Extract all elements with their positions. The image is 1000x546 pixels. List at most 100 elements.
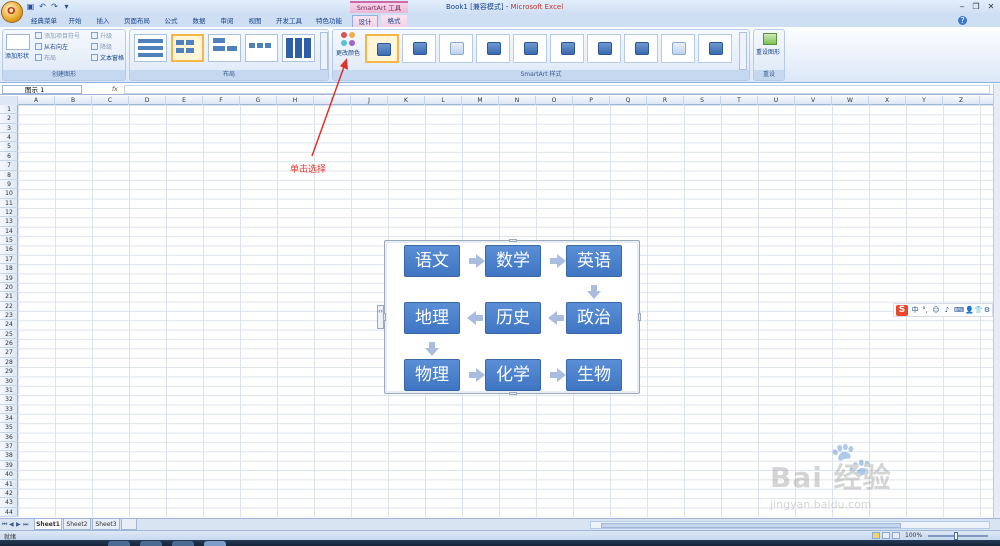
row-header[interactable]: 27 [0,348,18,358]
normal-view-icon[interactable] [872,532,880,539]
prev-sheet-icon[interactable]: ◀ [9,521,15,529]
row-header[interactable]: 7 [0,161,18,171]
tab-data[interactable]: 数据 [188,15,210,27]
column-header[interactable]: M [462,96,499,105]
sheet-tab-3[interactable]: Sheet3 [92,519,120,530]
close-button[interactable]: ✕ [985,1,997,12]
row-header[interactable]: 26 [0,339,18,349]
tab-formulas[interactable]: 公式 [160,15,182,27]
column-header[interactable]: O [536,96,573,105]
undo-icon[interactable]: ↶ [38,2,47,11]
column-header[interactable]: C [92,96,129,105]
style-thumb-5[interactable] [513,34,547,63]
row-header[interactable]: 37 [0,442,18,452]
smartart-node-history[interactable]: 历史 [485,302,541,334]
column-header[interactable]: W [832,96,869,105]
zoom-slider-thumb[interactable] [954,532,958,540]
style-thumb-7[interactable] [587,34,621,63]
column-header[interactable]: A [18,96,55,105]
style-thumb-10[interactable] [698,34,732,63]
style-thumb-4[interactable] [476,34,510,63]
column-header[interactable]: Q [610,96,647,105]
ime-skin-icon[interactable]: 👕 [974,306,983,315]
row-header[interactable]: 23 [0,311,18,321]
insert-function-button[interactable]: fx [84,85,124,94]
row-header[interactable]: 4 [0,133,18,143]
column-header[interactable]: U [758,96,795,105]
layout-dropdown[interactable]: 布局 [35,54,56,63]
row-header[interactable]: 20 [0,283,18,293]
smartart-node-physics[interactable]: 物理 [404,359,460,391]
column-header[interactable]: F [203,96,240,105]
ime-chinese-mode-icon[interactable]: 中 [911,306,919,315]
row-header[interactable]: 25 [0,330,18,340]
next-sheet-icon[interactable]: ▶ [16,521,22,529]
sheet-tab-2[interactable]: Sheet2 [63,519,91,530]
row-header[interactable]: 6 [0,152,18,162]
zoom-level[interactable]: 100% [905,532,922,539]
column-header[interactable]: L [425,96,462,105]
row-header[interactable]: 8 [0,171,18,180]
column-header[interactable]: R [647,96,684,105]
tab-special-features[interactable]: 特色功能 [312,15,346,27]
smartart-node-english[interactable]: 英语 [566,245,622,277]
smartart-node-geography[interactable]: 地理 [404,302,460,334]
page-layout-view-icon[interactable] [882,532,890,539]
select-all-corner[interactable] [0,96,18,105]
row-header[interactable]: 36 [0,433,18,443]
column-header[interactable]: P [573,96,610,105]
layouts-gallery-scroll[interactable] [320,32,328,70]
tab-insert[interactable]: 插入 [92,15,114,27]
resize-handle-bottom[interactable] [509,392,517,395]
text-pane-button[interactable]: 文本窗格 [91,54,124,63]
horizontal-scrollbar[interactable] [590,521,990,529]
save-icon[interactable]: ▣ [26,2,35,11]
horizontal-scroll-thumb[interactable] [601,523,901,528]
tab-review[interactable]: 审阅 [216,15,238,27]
ime-keyboard-icon[interactable]: ⌨ [954,306,964,315]
taskbar-button[interactable] [204,541,226,546]
row-header[interactable]: 40 [0,470,18,480]
column-header[interactable]: X [869,96,906,105]
minimize-button[interactable]: ‒ [956,1,968,12]
row-header[interactable]: 16 [0,245,18,255]
layout-thumb-5[interactable] [282,34,315,62]
row-header[interactable]: 1 [0,105,18,115]
row-header[interactable]: 29 [0,367,18,377]
page-break-view-icon[interactable] [892,532,900,539]
column-header[interactable]: J [351,96,388,105]
row-header[interactable]: 43 [0,498,18,508]
add-shape-button[interactable]: 添加形状 [5,52,29,61]
smartart-node-biology[interactable]: 生物 [566,359,622,391]
column-header[interactable]: H [277,96,314,105]
column-header[interactable]: D [129,96,166,105]
tab-format[interactable]: 格式 [381,15,407,27]
smartart-node-math[interactable]: 数学 [485,245,541,277]
style-thumb-9[interactable] [661,34,695,63]
demote-button[interactable]: 降级 [91,43,112,52]
ime-emoji-icon[interactable]: ☺ [932,306,940,315]
row-header[interactable]: 38 [0,451,18,461]
smartart-node-chemistry[interactable]: 化学 [485,359,541,391]
column-header[interactable]: S [684,96,721,105]
row-header[interactable]: 35 [0,423,18,433]
column-header[interactable]: B [55,96,92,105]
style-thumb-3[interactable] [439,34,473,63]
row-header[interactable]: 39 [0,461,18,471]
row-header[interactable]: 32 [0,395,18,405]
row-header[interactable]: 30 [0,377,18,386]
row-header[interactable]: 41 [0,480,18,489]
last-sheet-icon[interactable]: ⏭ [23,521,29,529]
column-header[interactable]: T [721,96,758,105]
row-header[interactable]: 31 [0,386,18,396]
column-header[interactable]: I [314,96,351,105]
column-header[interactable]: Y [906,96,943,105]
row-header[interactable]: 17 [0,255,18,265]
name-box[interactable]: 图示 1 [2,85,82,94]
sheet-tab-1[interactable]: Sheet1 [34,519,62,530]
redo-icon[interactable]: ↷ [50,2,59,11]
ime-punctuation-icon[interactable]: °, [921,306,929,315]
tab-design[interactable]: 设计 [352,15,378,27]
taskbar-button[interactable] [108,541,130,546]
row-header[interactable]: 13 [0,217,18,227]
